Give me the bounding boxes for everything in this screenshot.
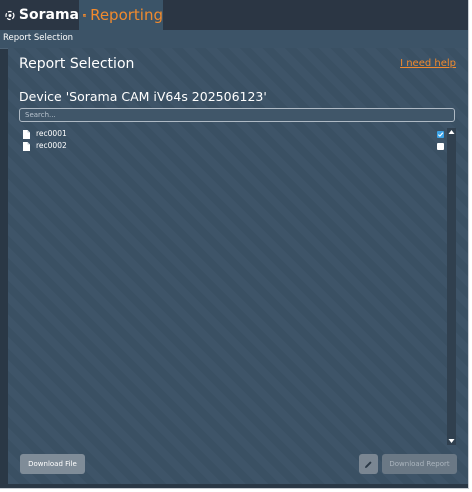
brand-name: Sorama xyxy=(18,7,79,23)
scroll-up-icon[interactable] xyxy=(448,129,455,135)
breadcrumb: Report Selection xyxy=(3,33,74,43)
file-icon xyxy=(23,130,30,139)
download-file-button[interactable]: Download File xyxy=(20,454,85,474)
file-icon xyxy=(23,142,30,151)
edit-button[interactable] xyxy=(359,454,378,474)
search-input[interactable] xyxy=(19,108,455,122)
scrollbar[interactable] xyxy=(447,128,456,445)
file-name: rec0002 xyxy=(36,141,67,150)
report-icon xyxy=(83,13,86,17)
checkmark-icon xyxy=(437,132,444,137)
breadcrumb-bar: Report Selection xyxy=(0,30,468,49)
device-title: Device 'Sorama CAM iV64s 202506123' xyxy=(19,89,267,104)
top-bar: Sorama Reporting xyxy=(0,0,468,30)
tab-reporting[interactable]: Reporting xyxy=(79,0,163,30)
file-name: rec0001 xyxy=(36,129,67,138)
file-checkbox[interactable] xyxy=(437,143,444,150)
brand[interactable]: Sorama xyxy=(0,0,79,30)
download-report-button[interactable]: Download Report xyxy=(382,454,457,474)
scroll-down-icon[interactable] xyxy=(448,438,455,444)
sorama-logo-icon xyxy=(5,10,15,20)
list-item[interactable]: rec0002 xyxy=(23,141,444,153)
file-checkbox[interactable] xyxy=(437,131,444,138)
pencil-icon xyxy=(365,460,372,468)
help-link[interactable]: I need help xyxy=(400,58,456,69)
list-item[interactable]: rec0001 xyxy=(23,129,444,141)
report-selection-panel: Report Selection I need help Device 'Sor… xyxy=(8,48,468,484)
page-title: Report Selection xyxy=(19,56,135,72)
tab-reporting-label: Reporting xyxy=(90,6,163,24)
app-window: Sorama Reporting Report Selection Report… xyxy=(0,0,469,489)
